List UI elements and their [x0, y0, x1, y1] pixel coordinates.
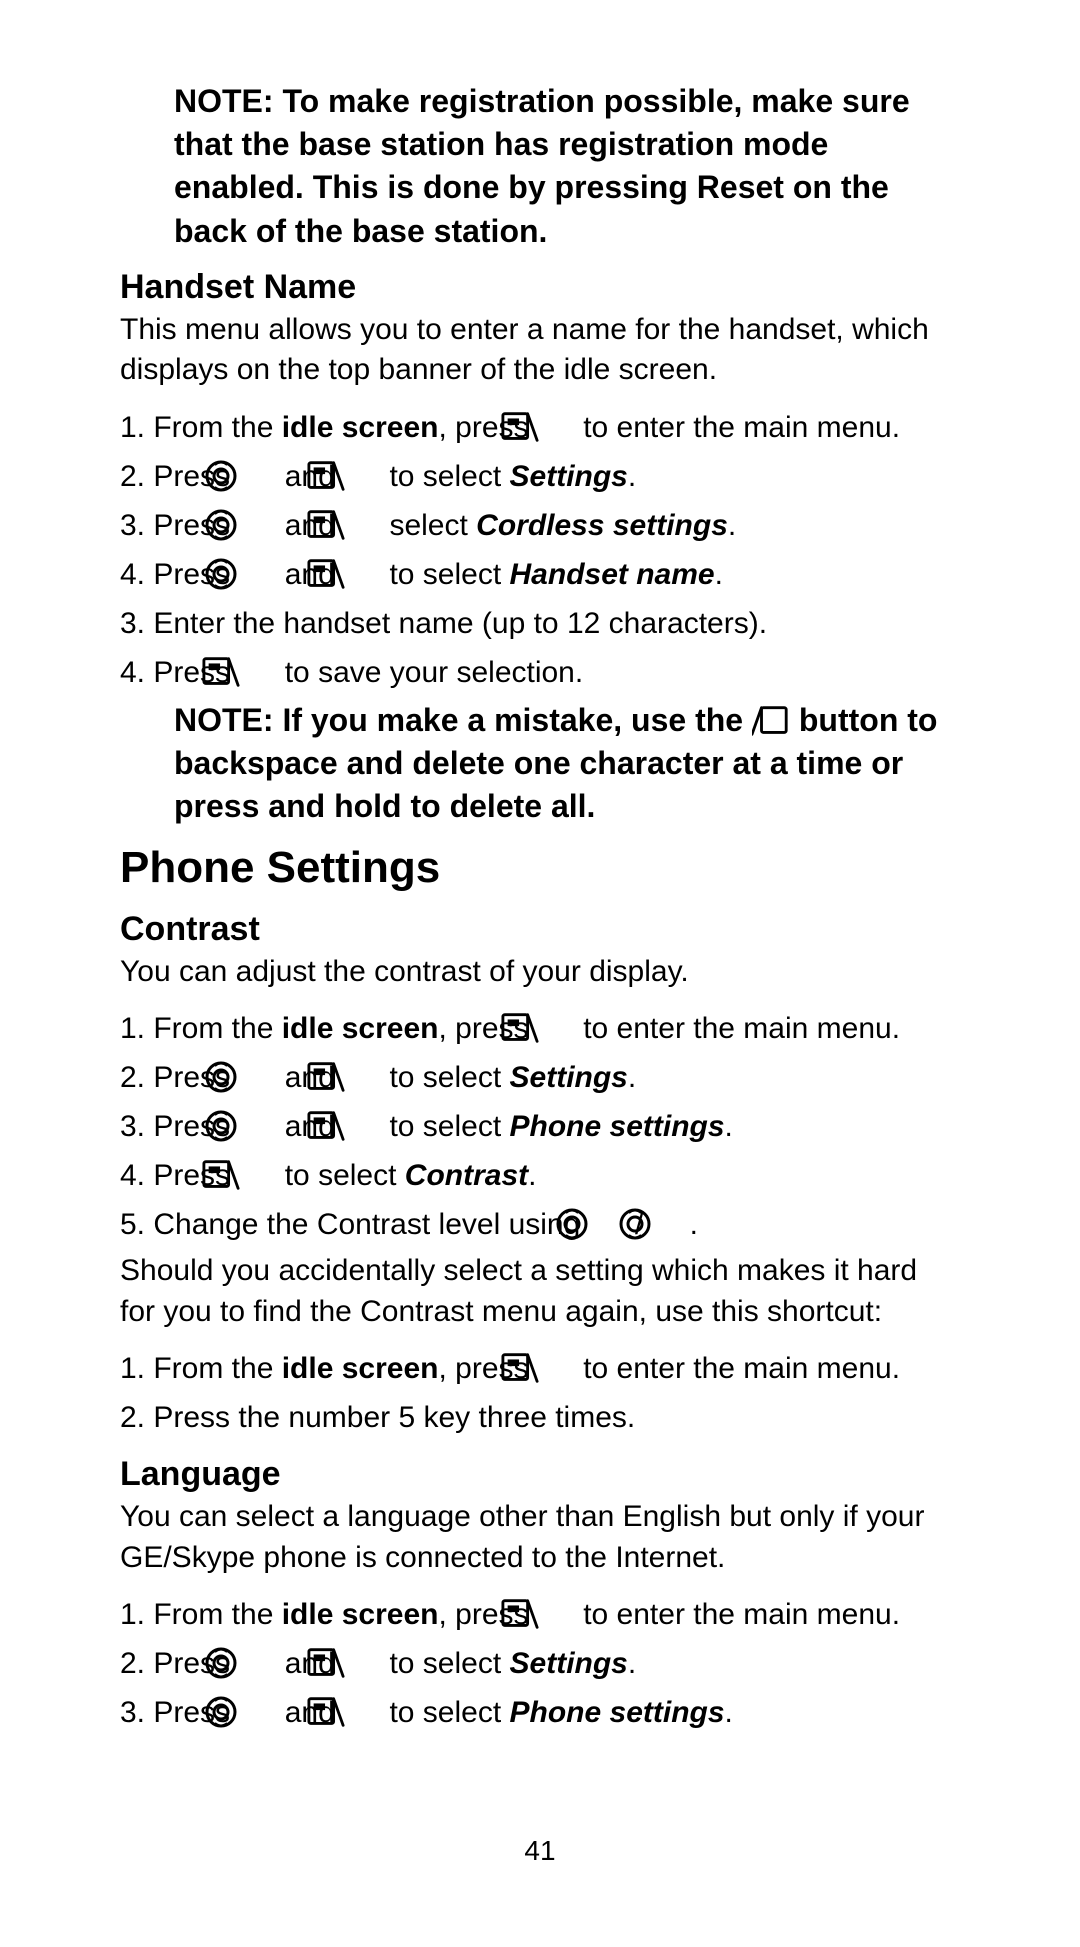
nav-key-icon [238, 509, 276, 541]
text: NOTE: If you make a mistake, use the [174, 702, 752, 738]
heading-handset-name: Handset Name [120, 267, 960, 308]
contrast-intro: You can adjust the contrast of your disp… [120, 952, 960, 993]
handset-intro: This menu allows you to enter a name for… [120, 310, 960, 391]
text: to enter the main menu. [575, 411, 900, 444]
text: 1. From the [120, 411, 282, 444]
handset-step-5: 3. Enter the handset name (up to 12 char… [120, 601, 960, 646]
nav-key-icon [238, 1110, 276, 1142]
right-softkey-icon [752, 705, 790, 737]
left-softkey-icon [343, 1061, 381, 1093]
handset-step-6: 4. Press to save your selection. [120, 650, 960, 695]
text: . [728, 509, 736, 542]
nav-key-icon [238, 1061, 276, 1093]
text: 5. Change the Contrast level using [120, 1208, 589, 1241]
left-softkey-icon [238, 656, 276, 688]
language-step-1: 1. From the idle screen, press to enter … [120, 1592, 960, 1637]
language-step-3: 3. Press and to select Phone settings. [120, 1690, 960, 1735]
text: select [381, 509, 476, 542]
left-softkey-icon [343, 460, 381, 492]
contrast-step-2: 2. Press and to select Settings. [120, 1055, 960, 1100]
text: to select [381, 1647, 509, 1680]
text-bold: idle screen [282, 411, 439, 444]
text: . [690, 1208, 698, 1241]
text: . [628, 460, 636, 493]
contrast-step-1: 1. From the idle screen, press to enter … [120, 1006, 960, 1051]
text: to save your selection. [276, 656, 583, 689]
contrast-step-4: 4. Press to select Contrast. [120, 1153, 960, 1198]
left-softkey-icon [537, 1352, 575, 1384]
left-softkey-icon [343, 1110, 381, 1142]
nav-key-icon [238, 1696, 276, 1728]
text: 1. From the [120, 1012, 282, 1045]
text-bold-italic: Handset name [510, 558, 715, 591]
left-softkey-icon [537, 1012, 575, 1044]
nav-key-icon [652, 1208, 690, 1240]
manual-page: NOTE: To make registration possible, mak… [0, 0, 1080, 1947]
text: . [725, 1110, 733, 1143]
page-number: 41 [0, 1835, 1080, 1867]
contrast-shortcut-intro: Should you accidentally select a setting… [120, 1251, 960, 1332]
text-bold: idle screen [282, 1598, 439, 1631]
text: to enter the main menu. [575, 1598, 900, 1631]
text: . [628, 1061, 636, 1094]
text-bold-italic: Cordless settings [476, 509, 728, 542]
text: to select [381, 1110, 509, 1143]
nav-key-icon [238, 1647, 276, 1679]
left-softkey-icon [537, 1598, 575, 1630]
text: 1. From the [120, 1598, 282, 1631]
handset-step-2: 2. Press and to select Settings. [120, 454, 960, 499]
contrast-step-3: 3. Press and to select Phone settings. [120, 1104, 960, 1149]
text: to enter the main menu. [575, 1012, 900, 1045]
text-bold-italic: Phone settings [510, 1696, 725, 1729]
handset-step-4: 4. Press and to select Handset name. [120, 552, 960, 597]
left-softkey-icon [343, 1647, 381, 1679]
text-bold: idle screen [282, 1352, 439, 1385]
text: to select [276, 1159, 404, 1192]
nav-key-icon [238, 558, 276, 590]
left-softkey-icon [343, 509, 381, 541]
text: to enter the main menu. [575, 1352, 900, 1385]
text-bold: idle screen [282, 1012, 439, 1045]
contrast-shortcut-1: 1. From the idle screen, press to enter … [120, 1346, 960, 1391]
left-softkey-icon [238, 1159, 276, 1191]
text: to select [381, 1061, 509, 1094]
left-softkey-icon [537, 411, 575, 443]
handset-step-3: 3. Press and select Cordless settings. [120, 503, 960, 548]
text-bold-italic: Contrast [405, 1159, 528, 1192]
text: . [628, 1647, 636, 1680]
text: . [715, 558, 723, 591]
handset-step-1: 1. From the idle screen, press to enter … [120, 405, 960, 450]
note-registration: NOTE: To make registration possible, mak… [120, 80, 960, 253]
text: to select [381, 1696, 509, 1729]
heading-language: Language [120, 1454, 960, 1495]
heading-contrast: Contrast [120, 909, 960, 950]
language-intro: You can select a language other than Eng… [120, 1497, 960, 1578]
text-bold-italic: Settings [510, 1061, 628, 1094]
text: to select [381, 558, 509, 591]
contrast-shortcut-2: 2. Press the number 5 key three times. [120, 1395, 960, 1440]
text-bold-italic: Phone settings [510, 1110, 725, 1143]
text: . [528, 1159, 536, 1192]
heading-phone-settings: Phone Settings [120, 842, 960, 895]
text-bold-italic: Settings [510, 1647, 628, 1680]
text: to select [381, 460, 509, 493]
nav-key-icon [238, 460, 276, 492]
contrast-step-5: 5. Change the Contrast level using / . [120, 1202, 960, 1247]
text: 1. From the [120, 1352, 282, 1385]
language-step-2: 2. Press and to select Settings. [120, 1641, 960, 1686]
text-bold-italic: Settings [510, 460, 628, 493]
left-softkey-icon [343, 1696, 381, 1728]
text: . [725, 1696, 733, 1729]
note-mistake: NOTE: If you make a mistake, use the but… [120, 699, 960, 829]
left-softkey-icon [343, 558, 381, 590]
